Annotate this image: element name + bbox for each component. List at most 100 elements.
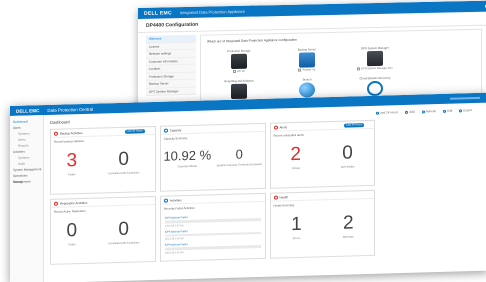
app-title: Data Protection Central [47, 106, 94, 113]
status-ring-icon [54, 201, 58, 206]
health-card: Health Health Summary 1 Errors 2 Warning… [269, 189, 376, 259]
toolbar-label: Refresh [425, 109, 437, 114]
activity-list: IDPA Backup Failed 10/15/18 5:42 AM IDPA B… [161, 210, 265, 255]
dpc-window: DELL EMC Data Protection Central Dashboa… [10, 92, 486, 282]
stat-value: 0 [66, 220, 78, 242]
stat-exceptions[interactable]: 0 Completed with Exceptions [107, 219, 140, 246]
activity-item[interactable]: IDPA Backup Failed 10/15/18 5:42 AM [164, 214, 261, 227]
activity-item[interactable]: IDPA Backup Failed 10/15/18 5:42 AM [164, 241, 261, 254]
status-ring-icon [273, 195, 278, 200]
time-range-badge[interactable]: Last 24 Hours [344, 122, 365, 128]
toolbar-label: Edit [447, 108, 453, 113]
card-title: Capacity [169, 127, 182, 133]
card-title: Alerts [279, 124, 288, 129]
toolbar-label: Add [409, 109, 415, 114]
dashboard-toolbar: Last 24 Hours Add Refresh Edit Export [375, 108, 472, 115]
stat-label: Failed [68, 243, 76, 247]
activity-item[interactable]: IDPA Backup Failed 10/15/18 5:42 AM [164, 228, 261, 241]
product-checkbox[interactable]: Avamar VE [298, 68, 316, 72]
product-checkbox[interactable]: DPS System Manager 18.1 [357, 66, 393, 71]
replication-card: Replication Activities Recent Active Rep… [50, 195, 156, 265]
stat-critical[interactable]: 2 Critical [290, 144, 301, 170]
stat-label: Completed with Exceptions [107, 171, 140, 176]
card-stats: 0 Failed 0 Completed with Exceptions [51, 219, 155, 247]
card-subtitle: Recent backup statuses [54, 138, 84, 144]
product-option[interactable]: DPS System Manager DPS System Manager 18.… [341, 45, 409, 71]
stat-label: Systems Capacity Threshold Exceeded [216, 162, 262, 168]
dashboard-title[interactable]: Dashboard [50, 119, 70, 125]
toolbar-icon [443, 109, 447, 113]
dashboard-cards: Backup Activities Last 24 Hours Recent b… [50, 116, 485, 265]
product-image-icon [299, 82, 315, 98]
product-name: Backup Server [297, 47, 317, 52]
recent-activities-card: Activities Recently Failed Activities ID… [159, 192, 266, 262]
stat-errors[interactable]: 1 Errors [291, 213, 302, 241]
status-ring-icon [273, 125, 278, 130]
stat-not-healthy[interactable]: 0 Not Healthy [341, 142, 355, 168]
backup-activities-card: Backup Activities Last 24 Hours Recent b… [50, 125, 156, 195]
toolbar-button[interactable]: Add [405, 109, 415, 114]
toolbar-icon [405, 110, 409, 114]
product-option[interactable]: Protection Storage DD VE [205, 48, 273, 74]
card-stats: 1 Errors 2 Warnings [271, 212, 375, 241]
toolbar-icon [421, 109, 425, 114]
stat-label: Capacity Utilized [177, 164, 197, 169]
card-subtitle: Health Summary [273, 203, 295, 208]
stat-label: Errors [292, 236, 300, 241]
sidebar: Dashboard Alerts Systems Alerts Reports Activ… [10, 115, 44, 282]
toolbar-button[interactable]: Edit [443, 109, 452, 113]
alerts-card: Alerts Last 24 Hours Recent unhandled al… [269, 119, 376, 189]
checkbox-icon[interactable] [357, 67, 361, 71]
toolbar-button[interactable]: Refresh [421, 109, 437, 114]
empty-slot [379, 116, 485, 186]
product-name: Cloud Disaster Recovery [359, 75, 391, 81]
stat-value: 3 [66, 150, 78, 172]
card-subtitle: Recent Active Replication [54, 208, 86, 214]
card-subtitle: Recent unhandled alerts [273, 132, 304, 138]
product-name: DPS System Manager [361, 45, 389, 51]
toolbar-button[interactable]: Export [459, 108, 472, 112]
product-option[interactable]: Backup Server Avamar VE [273, 47, 341, 72]
stat-value: 0 [235, 146, 243, 162]
toolbar-label: Export [463, 108, 472, 113]
toolbar-icon [459, 108, 463, 112]
user-area[interactable] [450, 96, 480, 100]
dell-emc-logo: DELL EMC [16, 107, 40, 114]
product-check-label: Avamar VE [302, 68, 316, 72]
card-title: Health [279, 194, 289, 199]
dell-emc-logo: DELL EMC [144, 9, 172, 17]
product-name: Search [302, 77, 312, 82]
product-check-label: DD VE [237, 69, 245, 73]
card-stats: 2 Critical 0 Not Healthy [271, 142, 375, 171]
card-stats: 10.92 % Capacity Utilized 0 Systems Capa… [161, 146, 265, 169]
config-nav-item[interactable]: DPS System Manager [146, 87, 196, 96]
stat-label: Completed with Exceptions [107, 241, 140, 246]
stat-value: 1 [291, 213, 302, 236]
stat-value: 10.92 % [163, 147, 212, 164]
stat-failed[interactable]: 3 Failed [66, 150, 78, 177]
card-title: Activities [169, 197, 182, 203]
product-option [409, 44, 477, 69]
time-range-badge[interactable]: Last 24 Hours [124, 128, 145, 134]
product-image-icon [231, 53, 247, 70]
checkbox-icon[interactable] [298, 68, 302, 72]
dashboard-main: Dashboard Last 24 Hours Add Refresh Edit Exp… [46, 103, 486, 282]
stat-capacity-used[interactable]: 10.92 % Capacity Utilized [163, 147, 211, 168]
stat-value: 0 [118, 148, 129, 170]
product-check-label: DPS System Manager 18.1 [361, 66, 393, 71]
product-checkbox[interactable]: DD VE [233, 69, 245, 74]
stat-failed[interactable]: 0 Failed [66, 220, 78, 247]
config-nav: Welcome License Network settings Customer I… [146, 34, 196, 96]
stat-threshold[interactable]: 0 Systems Capacity Threshold Exceeded [217, 146, 262, 167]
stat-label: Failed [68, 173, 76, 177]
toolbar-label: Last 24 Hours [379, 110, 399, 115]
toolbar-button[interactable]: Last 24 Hours [375, 110, 399, 115]
stat-value: 2 [342, 212, 354, 234]
card-subtitle: Capacity Summary [163, 136, 188, 141]
product-image-icon [367, 50, 383, 67]
stat-warnings[interactable]: 2 Warnings [342, 212, 354, 239]
stat-exceptions[interactable]: 0 Completed with Exceptions [107, 148, 140, 176]
stat-label: Warnings [342, 235, 354, 239]
checkbox-icon[interactable] [233, 69, 237, 74]
product-image-icon [231, 83, 247, 100]
